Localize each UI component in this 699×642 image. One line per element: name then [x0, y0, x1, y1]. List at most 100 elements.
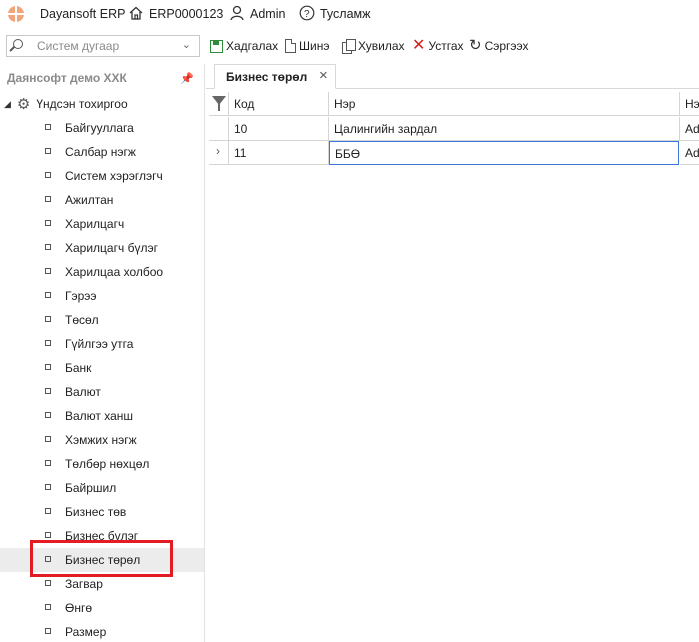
cell-value: 10: [234, 122, 248, 136]
square-bullet-icon: [45, 388, 51, 394]
filter-icon[interactable]: [212, 96, 226, 111]
tree-item[interactable]: Байршил: [0, 476, 204, 500]
tree-item[interactable]: Байгууллага: [0, 116, 204, 140]
close-icon[interactable]: ×: [319, 67, 328, 84]
help-label: Тусламж: [320, 7, 371, 21]
company-selector[interactable]: ERP0000123: [128, 5, 223, 23]
cell-value: 11: [234, 146, 247, 160]
column-header-name[interactable]: Нэр: [329, 92, 680, 116]
table-cell-code[interactable]: 10: [229, 117, 329, 141]
tree-item[interactable]: Төсөл: [0, 308, 204, 332]
new-button[interactable]: Шинэ: [285, 37, 329, 55]
tree-item[interactable]: Харилцаа холбоо: [0, 260, 204, 284]
company-code-label: ERP0000123: [149, 7, 224, 21]
square-bullet-icon: [45, 436, 51, 442]
square-bullet-icon: [45, 484, 51, 490]
tree-item[interactable]: Гүйлгээ утга: [0, 332, 204, 356]
tree-item[interactable]: Харилцагч: [0, 212, 204, 236]
column-header-code[interactable]: Код: [229, 92, 329, 116]
row-indicator[interactable]: [209, 117, 229, 141]
title-bar: Dayansoft ERP ERP0000123 Admin ? Тусламж: [0, 0, 699, 28]
chevron-down-icon[interactable]: ⌄: [182, 38, 191, 51]
copy-label: Хувилах: [358, 39, 405, 53]
tree-item[interactable]: Өнгө: [0, 596, 204, 620]
tree-item-label: Систем хэрэглэгч: [65, 169, 163, 183]
tree-item-label: Загвар: [65, 577, 103, 591]
user-label: Admin: [250, 7, 286, 21]
toolbar: Систем дугаар ⌄ Хадгалах Шинэ Хувилах ✕ …: [0, 33, 699, 61]
tree-item[interactable]: Ажилтан: [0, 188, 204, 212]
cell-value: Ad: [685, 122, 699, 136]
tab-business-type[interactable]: Бизнес төрөл ×: [214, 64, 336, 89]
refresh-button[interactable]: ↻ Сэргээх: [469, 37, 529, 55]
tree-item[interactable]: Банк: [0, 356, 204, 380]
help-menu[interactable]: ? Тусламж: [299, 5, 371, 23]
column-header-extra[interactable]: Нэ: [680, 92, 699, 116]
square-bullet-icon: [45, 604, 51, 610]
tree-item[interactable]: Бизнес төв: [0, 500, 204, 524]
table-cell-extra[interactable]: Ad: [680, 117, 699, 141]
tree-item-label: Харилцагч: [65, 217, 125, 231]
table-cell-code[interactable]: 11: [229, 141, 329, 165]
square-bullet-icon: [45, 340, 51, 346]
user-menu[interactable]: Admin: [229, 5, 285, 23]
tree-item[interactable]: Систем хэрэглэгч: [0, 164, 204, 188]
gear-icon: ⚙: [16, 96, 31, 113]
column-header-label: Код: [234, 97, 255, 111]
tree-item[interactable]: Гэрээ: [0, 284, 204, 308]
tree-item[interactable]: Төлбөр нөхцөл: [0, 452, 204, 476]
app-logo-icon: [8, 6, 24, 22]
tree-item-label: Бизнес төв: [65, 505, 127, 519]
search-input[interactable]: Систем дугаар ⌄: [6, 35, 200, 57]
data-grid: Код Нэр Нэ 10 Цалингийн зардал Ad › 11 Б…: [209, 92, 699, 168]
cell-value: Ad: [685, 146, 699, 160]
tree-item-label: Харилцаа холбоо: [65, 265, 164, 279]
column-header-label: Нэр: [334, 97, 356, 111]
column-header-label: Нэ: [685, 97, 699, 111]
new-document-icon: [285, 39, 296, 53]
tree-item[interactable]: Салбар нэгж: [0, 140, 204, 164]
refresh-icon: ↻: [469, 37, 482, 54]
save-icon: [210, 39, 223, 53]
tree-item[interactable]: Хэмжих нэгж: [0, 428, 204, 452]
square-bullet-icon: [45, 172, 51, 178]
app-name-label: Dayansoft ERP: [40, 7, 126, 21]
tree-item-label: Хэмжих нэгж: [65, 433, 137, 447]
save-label: Хадгалах: [226, 39, 279, 53]
tree-item-label: Валют ханш: [65, 409, 134, 423]
tree-item-label: Төлбөр нөхцөл: [65, 457, 150, 471]
tree-item[interactable]: Валют: [0, 380, 204, 404]
tree-item-label: Харилцагч бүлэг: [65, 241, 158, 255]
tab-strip: Бизнес төрөл ×: [206, 64, 699, 89]
tree-item-label: Төсөл: [65, 313, 99, 327]
square-bullet-icon: [45, 268, 51, 274]
save-button[interactable]: Хадгалах: [210, 37, 278, 55]
row-indicator[interactable]: ›: [209, 141, 229, 165]
search-placeholder: Систем дугаар: [37, 39, 120, 53]
square-bullet-icon: [45, 124, 51, 130]
table-cell-extra[interactable]: Ad: [680, 141, 699, 165]
delete-icon: ✕: [412, 37, 426, 54]
refresh-label: Сэргээх: [484, 39, 529, 53]
tree-item[interactable]: Валют ханш: [0, 404, 204, 428]
table-cell-name-editing[interactable]: ББӨ: [329, 141, 679, 165]
tree-item-label: Размер: [65, 625, 107, 639]
table-cell-name[interactable]: Цалингийн зардал: [329, 117, 680, 141]
square-bullet-icon: [45, 196, 51, 202]
expand-triangle-icon[interactable]: ◢: [4, 99, 11, 110]
pin-icon[interactable]: 📌: [180, 72, 194, 85]
square-bullet-icon: [45, 292, 51, 298]
copy-button[interactable]: Хувилах: [342, 37, 405, 55]
panel-title: Даянсофт демо ХХК: [7, 71, 127, 85]
delete-label: Устгах: [428, 39, 464, 53]
filter-header-cell[interactable]: [209, 92, 229, 116]
square-bullet-icon: [45, 220, 51, 226]
tree-item[interactable]: Размер: [0, 620, 204, 642]
delete-button[interactable]: ✕ Устгах: [412, 37, 464, 55]
square-bullet-icon: [45, 580, 51, 586]
user-icon: [229, 5, 245, 24]
tree-root-settings[interactable]: ◢ ⚙ Үндсэн тохиргоо: [4, 95, 128, 113]
square-bullet-icon: [45, 628, 51, 634]
tree-item[interactable]: Харилцагч бүлэг: [0, 236, 204, 260]
tree-item-label: Өнгө: [65, 601, 93, 615]
